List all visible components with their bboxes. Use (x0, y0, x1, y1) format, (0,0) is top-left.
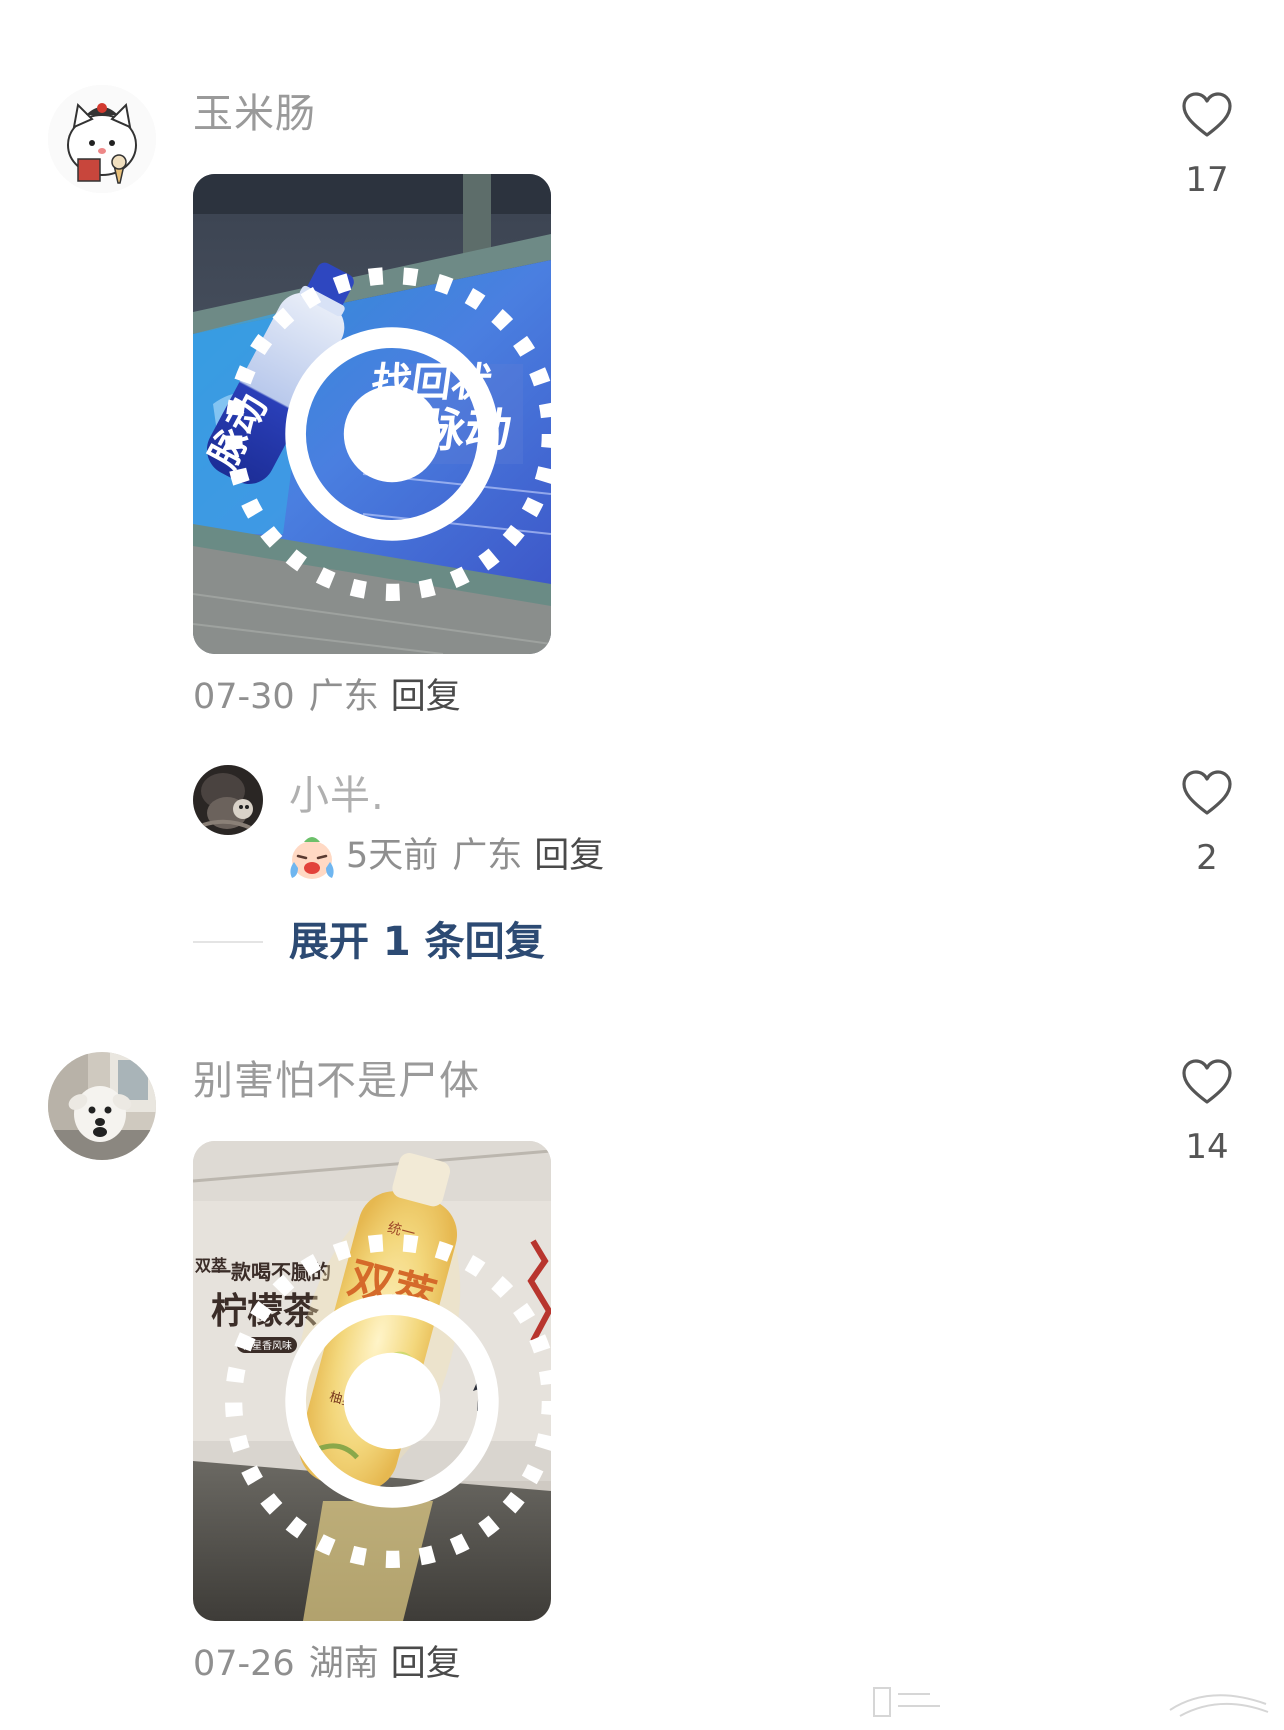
expand-replies-link[interactable]: 展开 1 条回复 (289, 922, 545, 962)
live-photo-icon (225, 267, 551, 601)
reply-user-avatar-photo (193, 765, 263, 835)
reply-time: 5天前 (346, 836, 439, 876)
crying-laughing-emoji-icon (286, 832, 338, 882)
reply-button[interactable]: 回复 (534, 836, 604, 876)
heart-outline-icon[interactable] (1181, 91, 1233, 139)
comment-feed: 玉米肠 脉动 找回状 脉动 07-30 广东 回复 17 小半. 5天前 广东 … (0, 0, 1284, 1730)
dog-avatar-photo (48, 1052, 156, 1160)
comment-date: 07-26 (193, 1644, 295, 1684)
watermark-mark (873, 1687, 1269, 1717)
comment-meta: 07-30 广东 回复 (193, 680, 461, 715)
live-photo-icon (225, 1234, 551, 1568)
avatar[interactable] (48, 1052, 156, 1160)
comment-username[interactable]: 别害怕不是尸体 (193, 1061, 480, 1101)
comment-photo[interactable]: 一款喝不腻的 柠檬茶 柚星香风味 双萃 统一 双萃 柚星香风味 (193, 1141, 551, 1621)
comment-location: 湖南 (308, 1644, 379, 1684)
heart-outline-icon[interactable] (1181, 1058, 1233, 1106)
reply-button[interactable]: 回复 (391, 1644, 461, 1684)
like-count: 17 (1185, 160, 1229, 200)
cat-avatar-illustration (48, 85, 156, 193)
avatar[interactable] (48, 85, 156, 193)
reply-username[interactable]: 小半. (289, 776, 385, 816)
avatar[interactable] (193, 765, 263, 835)
comment-meta: 07-26 湖南 回复 (193, 1647, 461, 1682)
reply-location: 广东 (452, 836, 523, 876)
heart-outline-icon[interactable] (1181, 769, 1233, 817)
comment-location: 广东 (308, 677, 379, 717)
like-count: 2 (1196, 838, 1218, 878)
expand-divider (193, 941, 263, 943)
reply-button[interactable]: 回复 (391, 677, 461, 717)
comment-photo[interactable]: 脉动 找回状 脉动 (193, 174, 551, 654)
like-count: 14 (1185, 1127, 1229, 1167)
comment-username[interactable]: 玉米肠 (193, 94, 316, 134)
comment-date: 07-30 (193, 677, 295, 717)
reply-meta: 5天前 广东 回复 (286, 832, 604, 882)
